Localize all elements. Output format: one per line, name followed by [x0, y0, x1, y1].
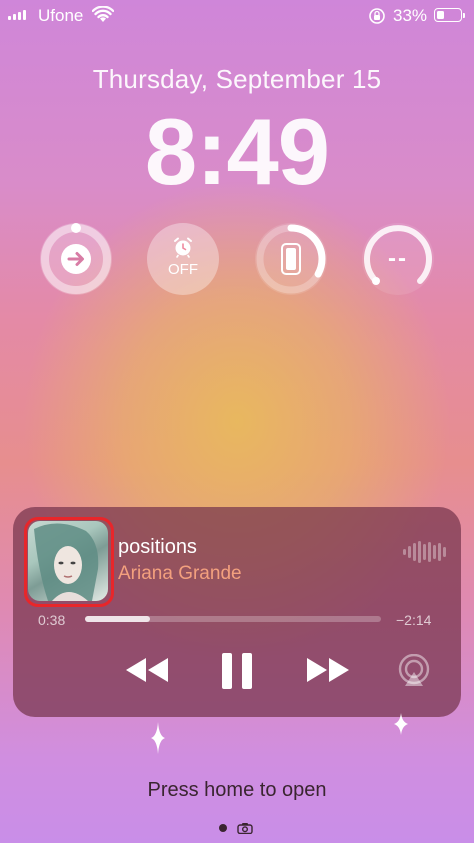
- widget-next-up[interactable]: [40, 223, 112, 295]
- battery-icon: [434, 8, 465, 22]
- pause-button[interactable]: [220, 651, 254, 691]
- elapsed-time: 0:38: [38, 612, 66, 628]
- lock-screen-date: Thursday, September 15: [92, 64, 382, 94]
- rewind-button[interactable]: [124, 652, 170, 688]
- status-bar: Ufone 33%: [0, 0, 474, 30]
- phone-battery-icon: [281, 243, 301, 275]
- alarm-clock-icon: [174, 237, 192, 258]
- page-dot-active: [219, 824, 227, 832]
- airplay-icon[interactable]: [397, 654, 431, 688]
- page-indicator[interactable]: [219, 822, 253, 834]
- wifi-icon: [92, 6, 114, 22]
- song-title: positions: [118, 536, 197, 558]
- battery-percentage: 33%: [393, 6, 428, 25]
- unlock-hint: Press home to open: [147, 779, 327, 801]
- fast-forward-button[interactable]: [305, 652, 351, 688]
- arrow-right-icon: [61, 244, 91, 274]
- camera-icon[interactable]: [237, 822, 253, 834]
- widget-gauge[interactable]: --: [362, 223, 434, 295]
- gauge-value: --: [388, 245, 408, 272]
- widget-battery[interactable]: [255, 223, 327, 295]
- carrier-name: Ufone: [38, 6, 84, 25]
- artwork-highlight-box: [24, 517, 114, 607]
- lock-screen-time: 8:49: [144, 99, 330, 204]
- cellular-signal-icon: [8, 10, 26, 20]
- scrubber-progress: [85, 616, 151, 622]
- sparkle-icon: [151, 722, 165, 754]
- remaining-time: −2:14: [396, 612, 432, 628]
- playback-scrubber[interactable]: [85, 616, 381, 622]
- artist-name[interactable]: Ariana Grande: [118, 563, 242, 585]
- alarm-status-label: OFF: [168, 261, 198, 278]
- widget-alarm[interactable]: OFF: [147, 223, 219, 295]
- audio-waveform-icon: [403, 540, 446, 564]
- sparkle-icon: [394, 713, 408, 735]
- orientation-lock-icon: [369, 8, 385, 24]
